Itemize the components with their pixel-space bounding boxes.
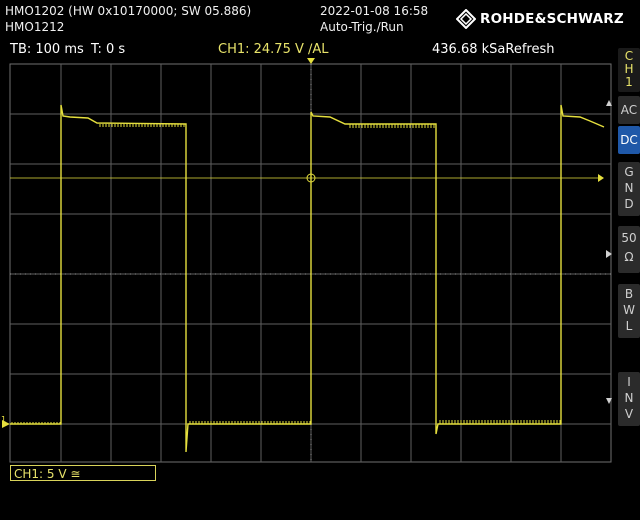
bwl-char: L [625,319,633,333]
bwl-char: W [623,303,635,317]
channel-indicator: C H 1 [618,48,640,92]
inv-char: I [627,375,631,389]
bandwidth-limit-button[interactable]: B W L [618,284,640,338]
ch1-ground-marker-label: 1 [1,415,6,424]
datetime: 2022-01-08 16:58 [320,4,429,18]
timebase-readout[interactable]: TB: 100 ms [10,42,84,57]
gnd-char: G [624,165,634,179]
gnd-char: N [624,181,634,195]
bwl-char: B [624,287,634,301]
trigger-time-readout[interactable]: T: 0 s [91,42,125,57]
ohm-icon: Ω [624,250,634,264]
brand-name: ROHDE&SCHWARZ [480,11,624,27]
trigger-position-arrow-icon[interactable] [307,58,315,64]
gnd-char: D [624,197,634,211]
impedance-50-ohm-button[interactable]: 50 Ω [618,226,640,273]
rs-diamond-logo-icon [456,9,476,29]
device-model-secondary: HMO1212 [5,20,65,34]
inv-char: V [624,407,634,421]
invert-button[interactable]: I N V [618,372,640,426]
ac-coupling-button[interactable]: AC [618,96,640,124]
device-model-line: HMO1202 (HW 0x10170000; SW 05.886) [5,4,252,18]
brand-logo: ROHDE&SCHWARZ [456,9,624,29]
channel-char: 1 [625,75,633,89]
sample-rate-readout[interactable]: 436.68 kSaRefresh [432,42,554,57]
waveform-display[interactable]: 1 [0,56,614,468]
trigger-mode: Auto-Trig./Run [320,20,404,34]
gnd-coupling-button[interactable]: G N D [618,162,640,216]
trigger-level-readout[interactable]: CH1: 24.75 V ∕AL [218,42,329,57]
impedance-value: 50 [621,231,637,245]
dc-coupling-button[interactable]: DC [618,126,640,154]
ch1-scale-label[interactable]: CH1: 5 V ≅ [10,465,156,481]
inv-char: N [624,391,634,405]
